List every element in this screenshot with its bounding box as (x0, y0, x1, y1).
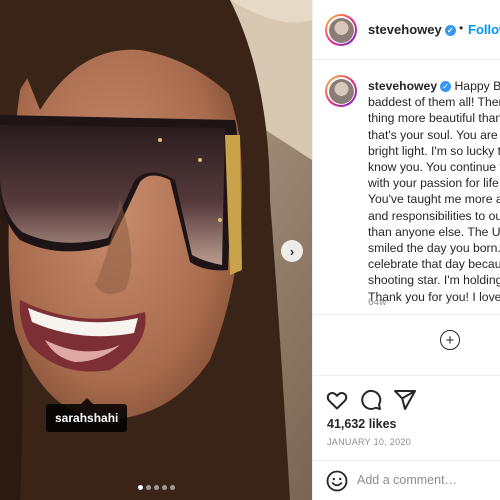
carousel-dot (137, 485, 143, 490)
verified-badge-icon: ✓ (444, 25, 456, 36)
header-separator: • (459, 21, 464, 35)
share-icon[interactable] (393, 388, 417, 412)
post-header: stevehowey✓ • Follow (313, 0, 500, 60)
caption-line: than anyone else. The Un (368, 224, 500, 239)
caption-line: baddest of them all! There (368, 95, 500, 110)
caption-line: that's your soul. You are t (368, 127, 500, 142)
tagged-user-label[interactable]: sarahshahi (46, 398, 128, 432)
chevron-right-icon[interactable]: › (281, 240, 303, 262)
caption-username[interactable]: stevehowey (368, 79, 437, 93)
caption-line: shooting star. I'm holding (368, 273, 500, 288)
caption-line: and responsibilities to ou (368, 208, 500, 223)
add-icon[interactable]: + (440, 330, 460, 350)
carousel-indicator (0, 485, 312, 490)
caption-line: bright light. I'm so lucky t (368, 143, 500, 158)
emoji-icon[interactable] (326, 470, 348, 492)
action-bar: 41,632 likes JANUARY 10, 2020 (313, 375, 500, 460)
caption-line: thing more beautiful than (368, 111, 500, 126)
verified-badge-icon: ✓ (440, 81, 452, 92)
caption-line: with your passion for life (368, 176, 499, 191)
comment-bar (313, 460, 500, 500)
caption-line: celebrate that day becaus (368, 257, 500, 272)
caption-line: Thank you for you! I love (368, 289, 500, 304)
username-link[interactable]: stevehowey ✓ (368, 22, 456, 37)
username-text[interactable]: stevehowey (368, 22, 442, 37)
follow-button[interactable]: Follow (468, 22, 500, 37)
caption-section: stevehowey✓ Happy Birt baddest of them a… (313, 60, 500, 315)
avatar[interactable] (325, 75, 357, 107)
avatar[interactable] (325, 14, 357, 46)
carousel-dot (153, 485, 159, 490)
caption-line: You've taught me more al (368, 192, 500, 207)
post-date[interactable]: JANUARY 10, 2020 (327, 437, 411, 447)
caption-line: Happy Birt (454, 79, 500, 93)
post-sidebar: stevehowey✓ • Follow stevehowey✓ Happy B… (312, 0, 500, 500)
carousel-dot (145, 485, 151, 490)
carousel-dot (169, 485, 175, 490)
carousel-dot (161, 485, 167, 490)
heart-icon[interactable] (325, 388, 349, 412)
caption-text: stevehowey✓ Happy Birt baddest of them a… (368, 78, 500, 305)
post-photo[interactable]: sarahshahi › (0, 0, 312, 500)
caption-line: know you. You continue t (368, 160, 500, 175)
comment-icon[interactable] (359, 388, 383, 412)
likes-count[interactable]: 41,632 likes (327, 417, 397, 431)
caption-timestamp: 64w (368, 297, 387, 308)
caption-line: smiled the day you born. (368, 241, 500, 256)
comment-input[interactable] (357, 469, 497, 491)
